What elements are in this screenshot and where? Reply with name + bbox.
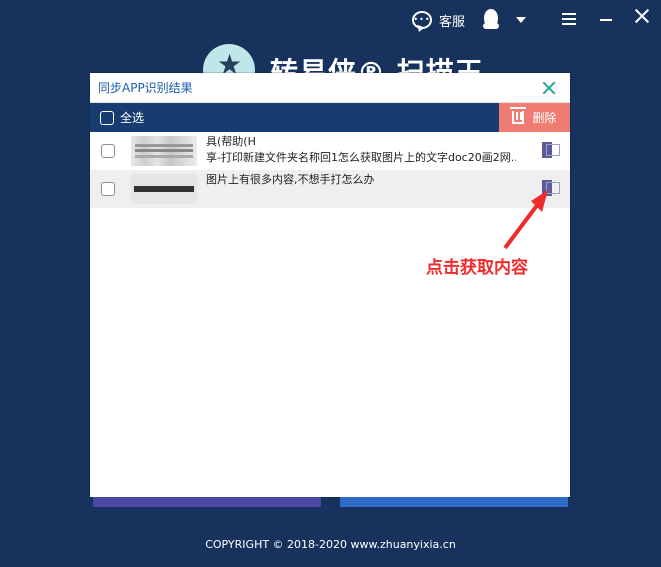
close-icon[interactable] [634, 8, 650, 24]
chevron-down-icon[interactable] [516, 17, 526, 23]
result-thumbnail [131, 136, 197, 166]
result-text: 图片上有很多内容,不想手打怎么办 [206, 172, 516, 188]
top-bar: ••• 客服 [0, 0, 661, 40]
progress-strip-right [340, 497, 568, 507]
row-checkbox[interactable] [101, 182, 115, 196]
list-item[interactable]: 图片上有很多内容,不想手打怎么办 [90, 170, 570, 208]
annotation-hint: 点击获取内容 [426, 258, 528, 278]
import-icon[interactable] [542, 142, 560, 158]
result-list: 具(帮助(H 享-打印新建文件夹名称回1怎么获取图片上的文字doc20画2网..… [90, 132, 570, 208]
dialog-toolbar: 全选 删除 [90, 103, 570, 132]
import-icon[interactable] [542, 180, 560, 196]
result-thumbnail [131, 174, 197, 204]
sync-results-dialog: 同步APP识别结果 全选 删除 具(帮助(H 享-打印新建文件夹名称回1怎么获取… [90, 73, 570, 497]
minimize-icon[interactable] [600, 19, 612, 21]
list-item[interactable]: 具(帮助(H 享-打印新建文件夹名称回1怎么获取图片上的文字doc20画2网..… [90, 132, 570, 170]
dialog-header: 同步APP识别结果 [90, 73, 570, 103]
select-all-checkbox[interactable] [100, 110, 114, 125]
delete-button[interactable]: 删除 [499, 103, 570, 132]
customer-service-label: 客服 [439, 14, 466, 30]
trash-icon [510, 107, 527, 124]
footer-copyright: COPYRIGHT © 2018-2020 www.zhuanyixia.cn [205, 538, 456, 551]
result-text-line2: 享-打印新建文件夹名称回1怎么获取图片上的文字doc20画2网... [206, 151, 516, 164]
row-checkbox[interactable] [101, 144, 115, 158]
delete-label: 删除 [532, 111, 557, 125]
result-text-line1: 图片上有很多内容,不想手打怎么办 [206, 173, 375, 186]
progress-strip-left [93, 497, 321, 507]
result-text: 具(帮助(H 享-打印新建文件夹名称回1怎么获取图片上的文字doc20画2网..… [206, 134, 516, 166]
customer-service[interactable]: ••• 客服 [412, 9, 465, 31]
select-all-label[interactable]: 全选 [120, 109, 144, 126]
penguin-icon[interactable] [483, 9, 499, 29]
menu-icon[interactable] [562, 13, 576, 25]
result-text-line1: 具(帮助(H [206, 135, 256, 148]
chat-bubble-icon: ••• [412, 11, 432, 29]
dialog-title: 同步APP识别结果 [98, 81, 193, 95]
dialog-close-icon[interactable] [542, 81, 556, 95]
